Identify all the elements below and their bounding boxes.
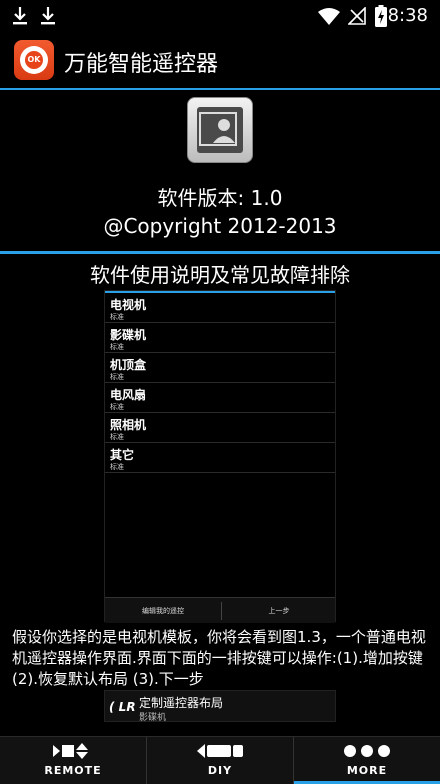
list-item-name: 照相机 [110, 418, 147, 432]
list-item: 照相机 标准 [105, 413, 335, 443]
screenshot-edit-label: 编辑我的遥控 [142, 607, 184, 615]
screenshot-prev-label: 上一步 [268, 607, 290, 615]
tab-diy[interactable]: DIY [147, 737, 293, 784]
app-bar: OK 万能智能遥控器 [0, 34, 440, 88]
more-icon [344, 745, 390, 757]
list-item-sub: 标准 [110, 403, 124, 411]
list-item-sub: 标准 [110, 343, 124, 351]
status-time: 8:38 [387, 5, 428, 26]
list-item: 电视机 标准 [105, 293, 335, 323]
partial-item-sub: 影碟机 [139, 713, 167, 723]
screenshot-bottom-bar: 编辑我的遥控 上一步 [105, 597, 335, 623]
app-logo-text: OK [25, 51, 43, 69]
contact-card-icon [199, 112, 237, 146]
battery-charging-icon [375, 5, 387, 27]
list-item-name: 其它 [110, 448, 135, 462]
list-item-name: 电视机 [110, 298, 147, 312]
diy-icon [197, 744, 243, 758]
manual-title: 软件使用说明及常见故障排除 [90, 263, 350, 287]
status-bar: 8:38 [0, 0, 440, 34]
app-version: 软件版本: 1.0 [157, 186, 283, 210]
manual-description: 假设你选择的是电视机模板，你将会看到图1.3，一个普通电视机遥控器操作界面.界面… [12, 628, 426, 688]
tab-more-label: MORE [346, 764, 388, 777]
list-item-sub: 标准 [110, 463, 124, 471]
download-icon [13, 7, 27, 25]
list-item: 影碟机 标准 [105, 323, 335, 353]
partial-item-title: 定制遥控器布局 [139, 696, 224, 710]
list-item: 其它 标准 [105, 443, 335, 473]
app-logo-icon: OK [14, 40, 54, 80]
manual-screenshot-partial: ( LR 定制遥控器布局 影碟机 [104, 690, 336, 723]
lr-icon: ( LR [109, 700, 136, 714]
header-divider [0, 88, 440, 90]
list-item-sub: 标准 [110, 373, 124, 381]
tab-remote-label: REMOTE [44, 764, 102, 777]
tab-diy-label: DIY [207, 764, 233, 777]
list-item-name: 影碟机 [110, 328, 147, 342]
copyright-text: @Copyright 2012-2013 [103, 214, 337, 238]
list-item-sub: 标准 [110, 313, 124, 321]
list-item-name: 机顶盒 [110, 358, 147, 372]
no-signal-icon [348, 7, 366, 25]
list-item: 机顶盒 标准 [105, 353, 335, 383]
about-logo-icon [187, 97, 253, 163]
manual-screenshot: 电视机 标准 影碟机 标准 机顶盒 标准 电风扇 标准 照相机 标准 其它 标准… [104, 290, 336, 623]
wifi-icon [318, 8, 340, 25]
download-icon [41, 7, 55, 25]
section-divider [0, 251, 440, 254]
bottom-nav: REMOTE DIY MORE [0, 736, 440, 784]
lr-icon-text: LR [118, 700, 136, 714]
remote-icon [53, 743, 88, 759]
app-title: 万能智能遥控器 [64, 52, 219, 77]
list-item: 电风扇 标准 [105, 383, 335, 413]
list-item-sub: 标准 [110, 433, 124, 441]
tab-more[interactable]: MORE [294, 737, 440, 784]
tab-remote[interactable]: REMOTE [0, 737, 146, 784]
list-item-name: 电风扇 [110, 388, 147, 402]
